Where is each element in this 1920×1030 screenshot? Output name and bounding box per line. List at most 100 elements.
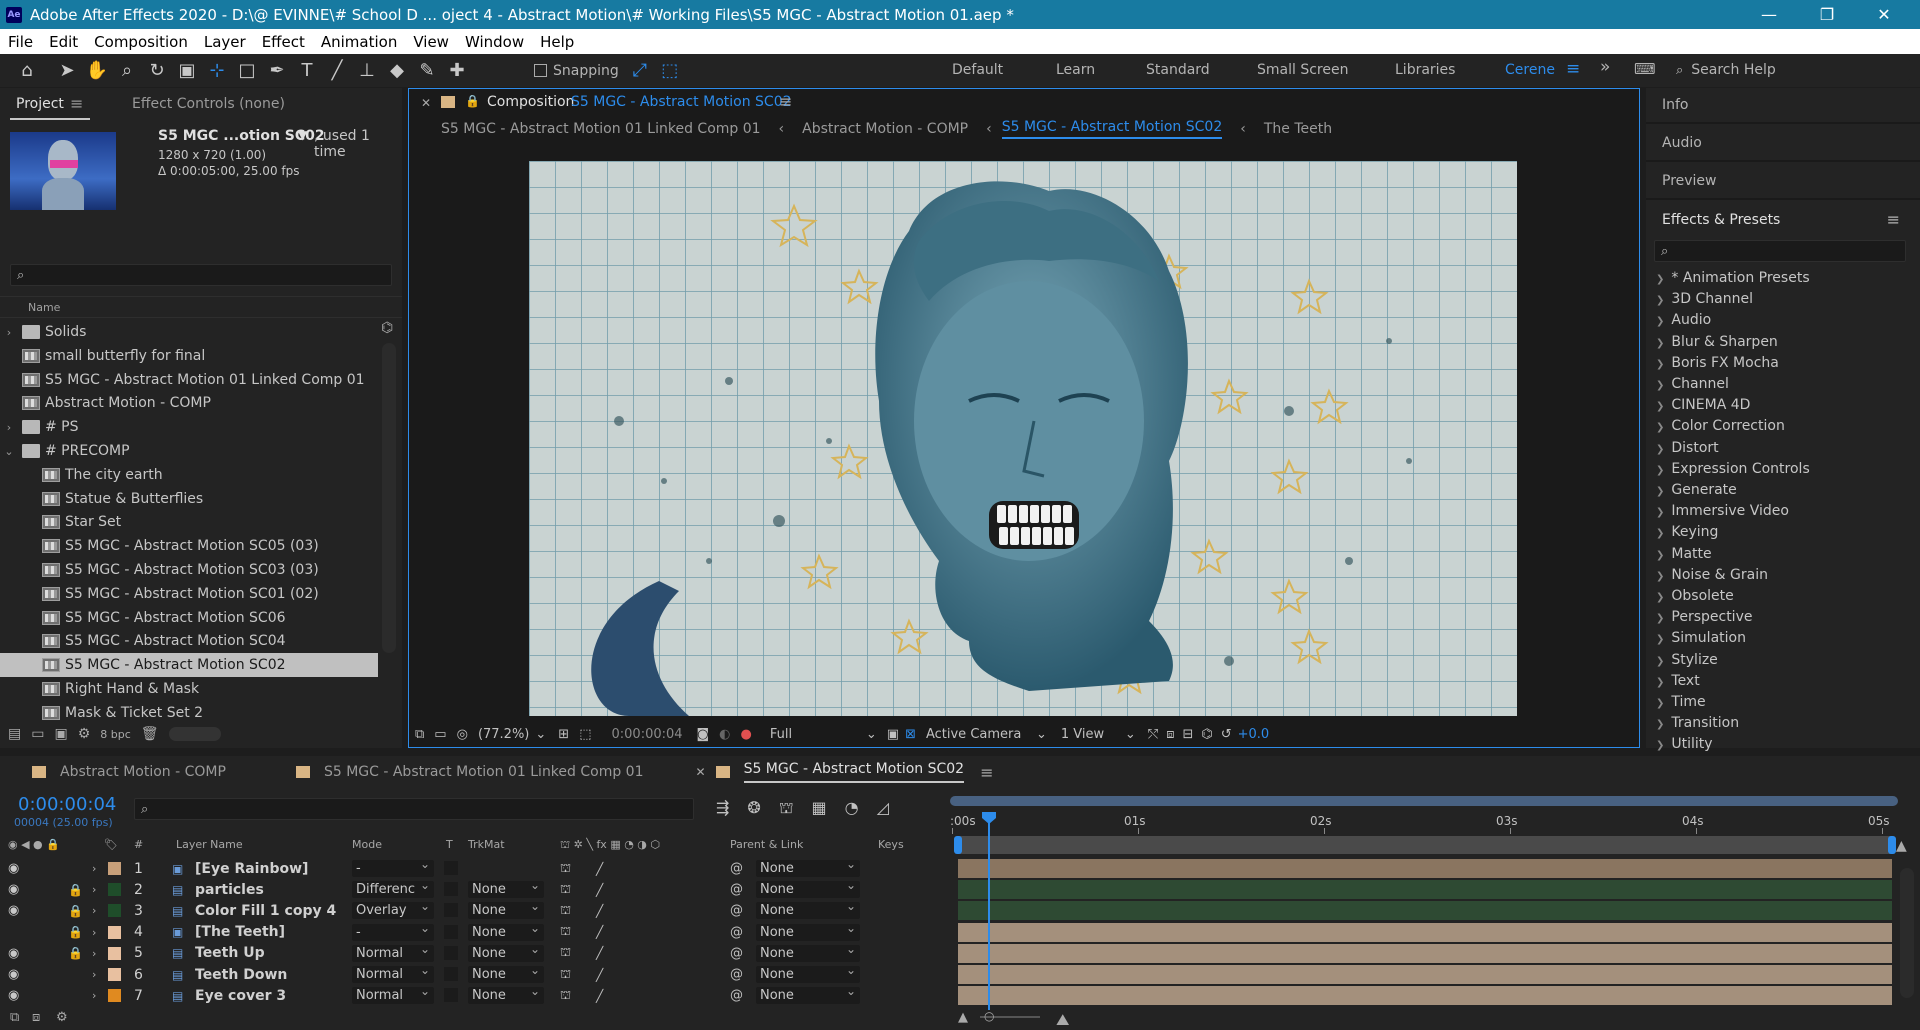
eye-icon[interactable]: ◉ xyxy=(8,900,19,921)
project-item[interactable]: › Solids xyxy=(0,320,378,344)
draft-3d-icon[interactable]: ❂ xyxy=(747,798,760,819)
parent-dropdown[interactable]: None xyxy=(756,921,860,941)
toggle-transparency-icon[interactable]: ⧈ xyxy=(1166,727,1174,742)
search-help-field[interactable]: ⌕ Search Help xyxy=(1670,59,1910,81)
graph-editor-icon[interactable]: ◿ xyxy=(877,798,889,819)
workspace-cerene[interactable]: Cerene xyxy=(1505,62,1555,78)
effect-category[interactable]: ❯ Distort xyxy=(1656,440,1719,456)
menu-animation[interactable]: Animation xyxy=(313,33,405,51)
workspace-overflow-icon[interactable]: » xyxy=(1600,57,1610,77)
effect-category[interactable]: ❯ 3D Channel xyxy=(1656,291,1753,307)
quality-switch-icon[interactable]: ╱ xyxy=(596,900,603,921)
tab-effect-controls[interactable]: Effect Controls (none) xyxy=(132,96,285,112)
pick-whip-icon[interactable]: @ xyxy=(730,985,743,1006)
pick-whip-icon[interactable]: @ xyxy=(730,858,743,879)
interpret-footage-icon[interactable]: ▤ xyxy=(8,726,21,742)
layer-name[interactable]: Color Fill 1 copy 4 xyxy=(195,900,336,921)
channels-icon[interactable]: ● xyxy=(741,727,752,742)
project-item[interactable]: S5 MGC - Abstract Motion SC02 xyxy=(0,653,378,678)
type-tool-icon[interactable]: T xyxy=(294,58,320,84)
preview-panel-header[interactable]: Preview xyxy=(1646,164,1920,200)
comp-network-icon[interactable]: ⌬ xyxy=(1201,727,1212,742)
effect-category[interactable]: ❯ Blur & Sharpen xyxy=(1656,334,1778,350)
effect-category[interactable]: ❯ Boris FX Mocha xyxy=(1656,355,1779,371)
project-item[interactable]: S5 MGC - Abstract Motion SC03 (03) xyxy=(0,558,378,582)
column-name[interactable]: Name xyxy=(28,301,60,314)
effect-category[interactable]: ❯ Immersive Video xyxy=(1656,503,1789,519)
timeline-search-input[interactable]: ⌕ xyxy=(134,798,694,820)
project-item[interactable]: Abstract Motion - COMP xyxy=(0,391,378,415)
layer-name[interactable]: [Eye Rainbow] xyxy=(195,858,308,879)
shy-switch-icon[interactable]: ⛫ xyxy=(560,922,571,943)
pan-behind-tool-icon[interactable]: ⊹ xyxy=(204,58,230,84)
layer-duration-bar[interactable] xyxy=(958,943,1892,963)
workspace-default[interactable]: Default xyxy=(952,62,1003,78)
column-trkmat[interactable]: TrkMat xyxy=(468,838,505,851)
breadcrumb-linked-comp[interactable]: S5 MGC - Abstract Motion 01 Linked Comp … xyxy=(441,121,761,137)
pick-whip-icon[interactable]: @ xyxy=(730,964,743,985)
show-snapshot-icon[interactable]: ◐ xyxy=(719,727,730,742)
resolution-dropdown[interactable]: Full xyxy=(770,727,866,742)
column-keys[interactable]: Keys xyxy=(878,838,904,851)
layer-duration-bar[interactable] xyxy=(958,859,1892,878)
layer-duration-bar[interactable] xyxy=(958,922,1892,942)
eye-icon[interactable]: ◉ xyxy=(8,943,19,964)
lock-icon[interactable]: 🔒 xyxy=(68,943,83,964)
close-tab-icon[interactable]: ✕ xyxy=(696,765,706,779)
menu-file[interactable]: File xyxy=(0,33,41,51)
time-ruler[interactable]: :00s 01s 02s 03s 04s 05s xyxy=(950,808,1898,834)
preserve-transparency-toggle[interactable] xyxy=(444,903,458,918)
pen-tool-icon[interactable]: ✒ xyxy=(264,58,290,84)
eye-icon[interactable]: ◉ xyxy=(8,985,19,1006)
audio-panel-header[interactable]: Audio xyxy=(1646,126,1920,162)
effect-category[interactable]: ❯ Noise & Grain xyxy=(1656,567,1768,583)
project-settings-icon[interactable]: ⚙ xyxy=(78,726,91,742)
preserve-transparency-toggle[interactable] xyxy=(444,882,458,897)
time-navigator[interactable] xyxy=(954,836,1896,854)
grid-guides-icon[interactable]: ⊞ xyxy=(558,727,569,742)
effect-category[interactable]: ❯ Keying xyxy=(1656,524,1718,540)
layer-label-color[interactable] xyxy=(108,879,121,900)
blend-mode-dropdown[interactable]: - xyxy=(352,921,434,941)
keyboard-icon[interactable]: ⌨ xyxy=(1634,60,1656,78)
disclosure-triangle-icon[interactable]: ⌄ xyxy=(2,445,16,458)
comp-mini-flowchart-icon[interactable]: ⇶ xyxy=(716,798,729,819)
snap-features-icon[interactable]: ⬚ xyxy=(657,58,683,84)
selection-tool-icon[interactable]: ➤ xyxy=(54,58,80,84)
comp-flowchart-icon[interactable]: ⊟ xyxy=(1182,727,1193,742)
column-mode[interactable]: Mode xyxy=(352,838,382,851)
snap-edges-icon[interactable]: ⤢ xyxy=(627,58,653,84)
exposure-value[interactable]: +0.0 xyxy=(1238,727,1270,742)
menu-layer[interactable]: Layer xyxy=(196,33,254,51)
hide-shy-layers-icon[interactable]: ⛫ xyxy=(779,798,794,819)
home-icon[interactable]: ⌂ xyxy=(14,58,40,84)
shy-switch-icon[interactable]: ⛫ xyxy=(560,943,571,964)
snapping-toggle[interactable]: Snapping xyxy=(534,63,619,79)
eraser-tool-icon[interactable]: ◆ xyxy=(384,58,410,84)
expand-layer-icon[interactable]: › xyxy=(92,922,96,943)
effect-category[interactable]: ❯ * Animation Presets xyxy=(1656,270,1810,286)
column-layer-name[interactable]: Layer Name xyxy=(176,838,243,851)
pick-whip-icon[interactable]: @ xyxy=(730,943,743,964)
workspace-libraries[interactable]: Libraries xyxy=(1395,62,1455,78)
camera-dropdown[interactable]: Active Camera xyxy=(926,727,1036,742)
quality-switch-icon[interactable]: ╱ xyxy=(596,985,603,1006)
parent-dropdown[interactable]: None xyxy=(756,942,860,962)
menu-view[interactable]: View xyxy=(405,33,457,51)
menu-effect[interactable]: Effect xyxy=(254,33,313,51)
region-of-interest-icon[interactable]: ⬚ xyxy=(579,727,591,742)
tab-linked-comp[interactable]: S5 MGC - Abstract Motion 01 Linked Comp … xyxy=(324,764,644,780)
shy-switch-icon[interactable]: ⛫ xyxy=(560,858,571,879)
bit-depth-button[interactable]: 8 bpc xyxy=(100,728,131,741)
track-matte-dropdown[interactable]: None xyxy=(468,942,544,962)
project-item[interactable]: ⌄ # PRECOMP xyxy=(0,439,378,463)
shy-switch-icon[interactable]: ⛫ xyxy=(560,900,571,921)
close-button[interactable]: ✕ xyxy=(1857,0,1911,29)
expand-layer-icon[interactable]: › xyxy=(92,900,96,921)
comp-panel-menu-icon[interactable]: ≡ xyxy=(779,92,792,111)
flowchart-icon[interactable]: ⌬ xyxy=(381,320,393,336)
effect-category[interactable]: ❯ Channel xyxy=(1656,376,1729,392)
rotation-tool-icon[interactable]: ↻ xyxy=(144,58,170,84)
pick-whip-icon[interactable]: @ xyxy=(730,900,743,921)
thumbnail-slider[interactable] xyxy=(168,727,221,741)
